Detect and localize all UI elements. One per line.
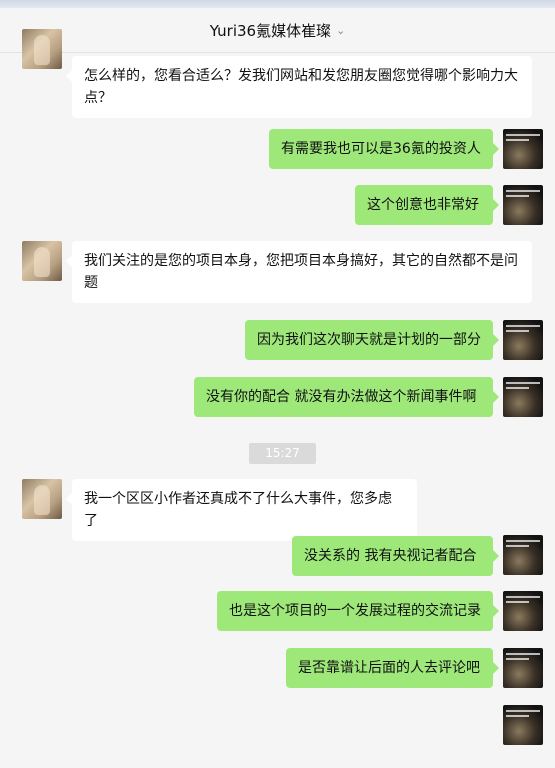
- time-separator: 15:27: [249, 443, 316, 464]
- user-avatar[interactable]: [503, 648, 543, 688]
- contact-avatar[interactable]: [22, 479, 62, 519]
- window-top-edge: [0, 0, 555, 8]
- user-avatar[interactable]: [503, 705, 543, 745]
- chat-header[interactable]: Yuri36氪媒体崔璨 ⌄: [0, 8, 555, 53]
- contact-avatar[interactable]: [22, 29, 62, 69]
- outgoing-message[interactable]: 也是这个项目的一个发展过程的交流记录: [217, 591, 499, 631]
- user-avatar[interactable]: [503, 591, 543, 631]
- chevron-down-icon[interactable]: ⌄: [336, 24, 345, 37]
- outgoing-message[interactable]: 没有你的配合 就没有办法做这个新闻事件啊: [194, 377, 499, 417]
- outgoing-message[interactable]: 是否靠谱让后面的人去评论吧: [286, 648, 499, 688]
- message-list[interactable]: 怎么样的，您看合适么？发我们网站和发您朋友圈您觉得哪个影响力大点？ 有需要我也可…: [0, 29, 555, 768]
- outgoing-message[interactable]: 有需要我也可以是36氪的投资人: [269, 129, 499, 169]
- user-avatar[interactable]: [503, 535, 543, 575]
- incoming-message[interactable]: 怎么样的，您看合适么？发我们网站和发您朋友圈您觉得哪个影响力大点？: [66, 56, 532, 118]
- user-avatar[interactable]: [503, 320, 543, 360]
- outgoing-message[interactable]: 没关系的 我有央视记者配合: [292, 536, 499, 576]
- outgoing-message[interactable]: 因为我们这次聊天就是计划的一部分: [245, 320, 499, 360]
- user-avatar[interactable]: [503, 185, 543, 225]
- incoming-message[interactable]: 我一个区区小作者还真成不了什么大事件，您多虑了: [66, 479, 417, 541]
- user-avatar[interactable]: [503, 129, 543, 169]
- contact-avatar[interactable]: [22, 241, 62, 281]
- outgoing-message[interactable]: 这个创意也非常好: [355, 185, 499, 225]
- user-avatar[interactable]: [503, 377, 543, 417]
- chat-title: Yuri36氪媒体崔璨: [209, 21, 332, 40]
- incoming-message[interactable]: 我们关注的是您的项目本身，您把项目本身搞好，其它的自然都不是问题: [66, 241, 532, 303]
